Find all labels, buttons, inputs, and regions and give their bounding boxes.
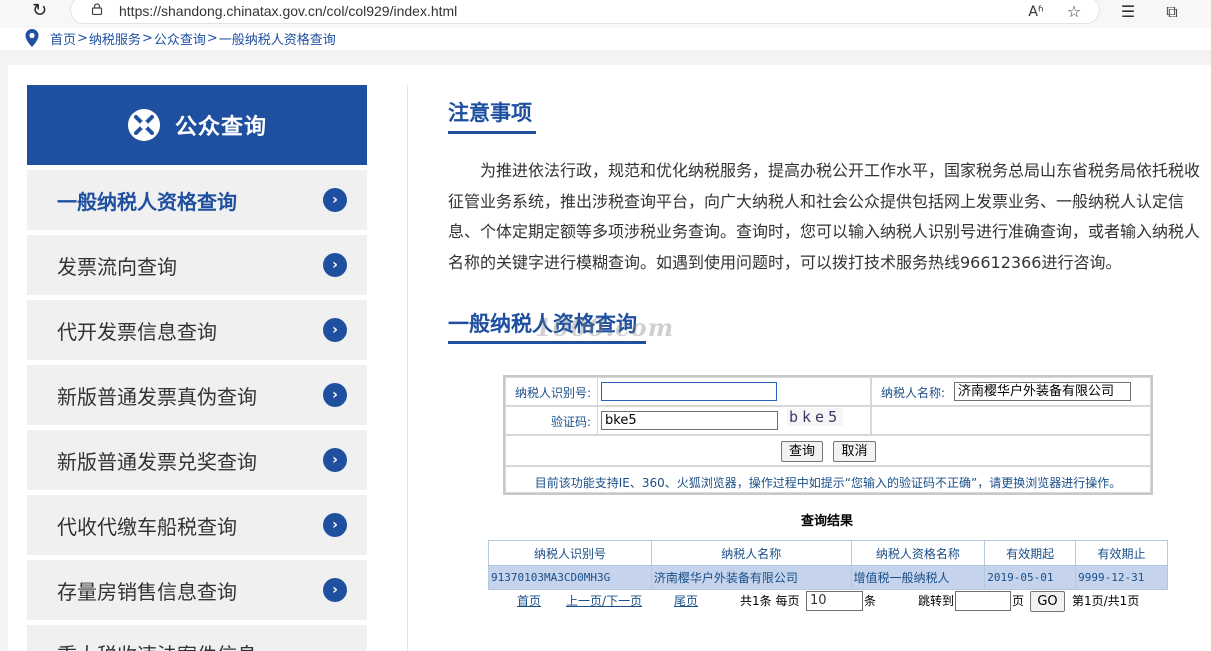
chevron-right-icon: › — [323, 513, 347, 537]
breadcrumb-tax-service[interactable]: 纳税服务 — [89, 29, 141, 48]
sidebar-item-label: 新版普通发票真伪查询 — [57, 384, 257, 409]
page-size-input[interactable]: 10 — [806, 591, 863, 611]
chevron-right-icon: › — [323, 578, 347, 602]
captcha-label: 验证码: — [551, 415, 592, 429]
breadcrumb-public-query[interactable]: 公众查询 — [154, 29, 206, 48]
form-cell-divider — [597, 377, 598, 435]
breadcrumb: 首页 > 纳税服务 > 公众查询 > 一般纳税人资格查询 — [24, 27, 336, 49]
pager-last-link[interactable]: 尾页 — [674, 594, 698, 608]
col-taxpayer-name: 纳税人名称 — [650, 540, 852, 566]
notice-title: 注意事项 — [448, 101, 532, 125]
cell-taxpayer-name: 济南樱华户外装备有限公司 — [650, 565, 852, 590]
pager-next-link[interactable]: 下一页 — [606, 594, 642, 608]
taxpayer-id-input[interactable] — [601, 382, 777, 401]
cell-taxpayer-id: 91370103MA3CD0MH3G — [488, 565, 652, 590]
sidebar-item-vehicle-tax[interactable]: 代收代缴车船税查询 › — [27, 495, 367, 555]
result-table: 纳税人识别号 纳税人名称 纳税人资格名称 有效期起 有效期止 91370103M… — [488, 540, 1168, 590]
sidebar-header: 公众查询 — [27, 85, 367, 165]
captcha-image[interactable]: bke5 — [787, 408, 844, 426]
sidebar-item-label: 发票流向查询 — [57, 254, 177, 279]
pager-prev-link[interactable]: 上一页 — [566, 594, 602, 608]
search-button[interactable]: 查询 — [781, 441, 823, 462]
pager-first-wrap: 首页 — [517, 592, 541, 609]
chevron-right-icon: › — [323, 383, 347, 407]
form-cell — [505, 435, 1151, 466]
pager-last-wrap: 尾页 — [674, 592, 698, 609]
sidebar-item-label: 存量房销售信息查询 — [57, 579, 237, 604]
reload-icon[interactable]: ↻ — [32, 2, 52, 22]
notice-title-underline — [448, 131, 536, 134]
breadcrumb-separator: > — [141, 30, 153, 46]
sidebar-title: 公众查询 — [174, 115, 267, 140]
browser-toolbar: ↻ https://shandong.chinatax.gov.cn/col/c… — [0, 0, 1211, 28]
sidebar-item-major-violation[interactable]: 重大税收违法案件信息 — [27, 625, 367, 651]
cell-valid-to: 9999-12-31 — [1075, 565, 1168, 590]
watermark-text: 1000.com — [535, 313, 675, 342]
cell-valid-from: 2019-05-01 — [984, 565, 1077, 590]
public-query-logo-icon — [127, 109, 160, 141]
result-title: 查询结果 — [801, 514, 854, 529]
captcha-input[interactable]: bke5 — [601, 411, 778, 430]
pager-prev-next-wrap: 上一页/下一页 — [566, 592, 642, 609]
url-text[interactable]: https://shandong.chinatax.gov.cn/col/col… — [119, 3, 457, 19]
result-header-row: 纳税人识别号 纳税人名称 纳税人资格名称 有效期起 有效期止 — [488, 540, 1168, 566]
go-button[interactable]: GO — [1030, 591, 1065, 612]
sidebar-item-housing-sales[interactable]: 存量房销售信息查询 › — [27, 560, 367, 620]
address-bar[interactable]: https://shandong.chinatax.gov.cn/col/col… — [70, 0, 1100, 24]
sidebar-item-agent-invoice[interactable]: 代开发票信息查询 › — [27, 300, 367, 360]
jump-page-input[interactable] — [955, 591, 1011, 611]
lock-icon[interactable] — [91, 3, 103, 15]
pager-jump-label: 跳转到 — [918, 594, 955, 608]
sidebar-item-general-taxpayer[interactable]: 一般纳税人资格查询 › — [27, 170, 367, 230]
col-valid-from: 有效期起 — [984, 540, 1077, 566]
breadcrumb-home[interactable]: 首页 — [50, 29, 76, 48]
sidebar-item-label: 代开发票信息查询 — [57, 319, 217, 344]
pager-status: 第1页/共1页 — [1072, 594, 1140, 608]
sidebar-item-label: 代收代缴车船税查询 — [57, 514, 237, 539]
pager-first-link[interactable]: 首页 — [517, 594, 541, 608]
sidebar-item-label: 重大税收违法案件信息 — [57, 639, 257, 651]
favorite-star-icon[interactable]: ☆ — [1064, 2, 1084, 22]
taxpayer-name-label: 纳税人名称: — [881, 386, 946, 400]
cancel-button[interactable]: 取消 — [833, 441, 876, 462]
sidebar-item-invoice-flow[interactable]: 发票流向查询 › — [27, 235, 367, 295]
pager-page-unit: 页 — [1012, 594, 1025, 608]
notice-body: 为推进依法行政，规范和优化纳税服务，提高办税公开工作水平，国家税务总局山东省税务… — [448, 161, 1201, 272]
form-cell — [871, 406, 1151, 435]
col-valid-to: 有效期止 — [1075, 540, 1168, 566]
breadcrumb-separator: > — [206, 30, 218, 46]
favorites-list-icon[interactable]: ☰ — [1118, 2, 1138, 22]
sidebar-item-invoice-authenticity[interactable]: 新版普通发票真伪查询 › — [27, 365, 367, 425]
breadcrumb-separator: > — [77, 30, 88, 46]
content-divider — [407, 85, 408, 651]
sidebar-item-label: 一般纳税人资格查询 — [57, 189, 237, 214]
chevron-right-icon: › — [323, 253, 347, 277]
read-aloud-icon[interactable]: Aʱ — [1026, 2, 1046, 22]
chevron-right-icon: › — [323, 448, 347, 472]
query-form: 纳税人识别号: 纳税人名称: 济南樱华户外装备有限公司 验证码: bke5 bk… — [503, 375, 1153, 495]
pager-per-unit: 条 — [864, 594, 877, 608]
browser-support-hint: 目前该功能支持IE、360、火狐浏览器，操作过程中如提示“您输入的验证码不正确”… — [534, 476, 1122, 490]
sidebar-item-invoice-lottery[interactable]: 新版普通发票兑奖查询 › — [27, 430, 367, 490]
sidebar-item-label: 新版普通发票兑奖查询 — [57, 449, 257, 474]
col-taxpayer-id: 纳税人识别号 — [488, 540, 652, 566]
taxpayer-name-input[interactable]: 济南樱华户外装备有限公司 — [954, 382, 1131, 401]
pager-total-text: 共1条 每页 — [740, 594, 800, 608]
collections-icon[interactable]: ⧉ — [1162, 2, 1182, 22]
chevron-right-icon: › — [323, 188, 347, 212]
chevron-right-icon: › — [323, 318, 347, 342]
taxpayer-id-label: 纳税人识别号: — [515, 386, 592, 400]
cell-qualification: 增值税一般纳税人 — [850, 565, 986, 590]
breadcrumb-current[interactable]: 一般纳税人资格查询 — [219, 29, 336, 48]
col-qualification: 纳税人资格名称 — [850, 540, 986, 566]
table-row[interactable]: 91370103MA3CD0MH3G 济南樱华户外装备有限公司 增值税一般纳税人… — [488, 565, 1168, 590]
location-pin-icon — [25, 29, 39, 47]
